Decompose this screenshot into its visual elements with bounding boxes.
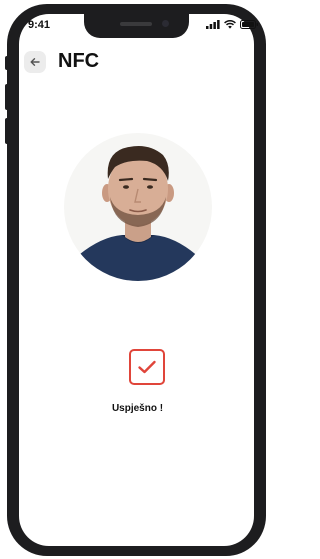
volume-down-button bbox=[5, 118, 9, 144]
check-icon bbox=[138, 360, 156, 374]
back-button[interactable] bbox=[24, 50, 46, 73]
speaker-grille bbox=[120, 22, 152, 26]
face-scan-ring bbox=[64, 133, 212, 281]
page-header: NFC bbox=[24, 50, 99, 73]
success-message: Uspješno ! bbox=[111, 403, 164, 414]
battery-icon bbox=[240, 20, 258, 29]
front-camera bbox=[162, 20, 169, 27]
signal-icon bbox=[206, 20, 220, 29]
wifi-icon bbox=[224, 20, 236, 29]
arrow-left-icon bbox=[30, 57, 40, 66]
face-photo bbox=[64, 133, 212, 281]
volume-up-button bbox=[5, 84, 9, 110]
success-checkbox bbox=[129, 349, 165, 385]
page-title: NFC bbox=[58, 50, 100, 72]
status-icons bbox=[206, 19, 259, 29]
notch bbox=[84, 14, 189, 38]
face-scan-frame bbox=[29, 109, 247, 309]
mute-switch bbox=[5, 56, 9, 70]
status-time: 9:41 bbox=[28, 19, 51, 31]
